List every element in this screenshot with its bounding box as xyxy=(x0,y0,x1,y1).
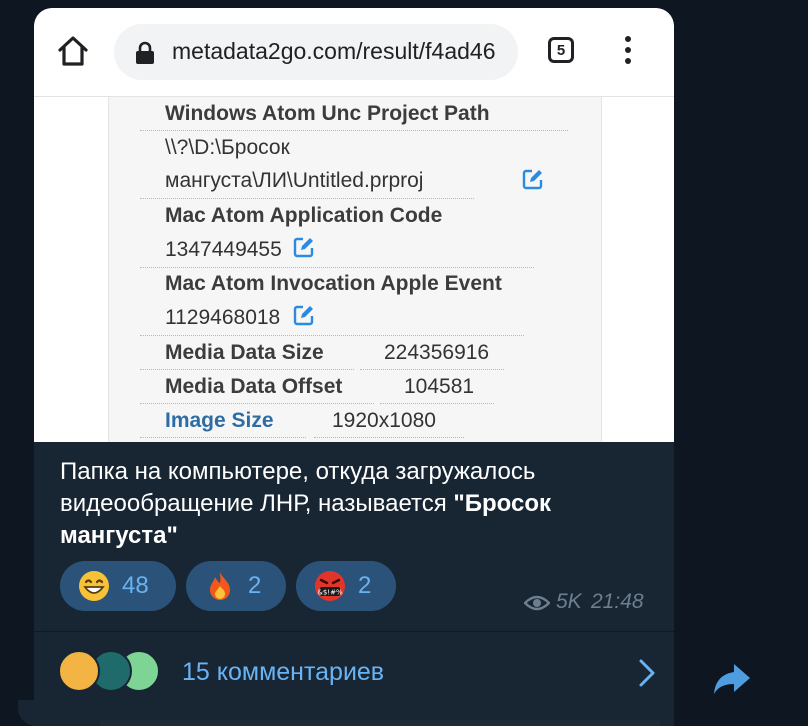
url-bar: metadata2go.com/result/f4ad46 xyxy=(114,24,518,80)
reaction-count: 2 xyxy=(248,572,262,599)
row-divider xyxy=(140,437,306,438)
meta-value-image-size: 1920x1080 xyxy=(332,409,436,432)
avatar xyxy=(58,650,100,692)
chevron-right-icon xyxy=(639,659,655,687)
meta-key-unc-path: Windows Atom Unc Project Path xyxy=(165,102,490,125)
home-icon xyxy=(58,36,88,66)
reaction-count: 2 xyxy=(358,572,372,599)
reaction-grinning[interactable]: 48 xyxy=(60,561,176,611)
browser-toolbar: metadata2go.com/result/f4ad46 5 xyxy=(34,8,674,97)
reaction-count: 48 xyxy=(122,572,149,599)
edit-icon xyxy=(293,237,314,258)
reaction-fire[interactable]: 2 xyxy=(186,561,286,611)
meta-key-apple-event: Mac Atom Invocation Apple Event xyxy=(165,272,502,295)
comments-link[interactable]: 15 комментариев xyxy=(182,658,384,687)
row-divider xyxy=(140,335,524,336)
row-divider xyxy=(140,130,568,131)
row-divider xyxy=(140,267,534,268)
eye-icon xyxy=(524,595,550,611)
meta-value-apple-event: 1129468018 xyxy=(165,306,281,329)
row-divider xyxy=(140,198,474,199)
meta-value-app-code: 1347449455 xyxy=(165,238,282,261)
row-divider xyxy=(140,403,374,404)
meta-value-unc-path-line1: \\?\D:\Бросок xyxy=(165,136,290,159)
comments-divider xyxy=(34,631,674,632)
edit-icon xyxy=(522,169,543,190)
meta-key-media-data-size: Media Data Size xyxy=(165,341,324,364)
message-caption: Папка на компьютере, откуда загружалось … xyxy=(60,456,650,552)
message-bubble: metadata2go.com/result/f4ad46 5 Windows … xyxy=(34,8,674,726)
row-divider xyxy=(360,369,504,370)
share-icon[interactable] xyxy=(712,662,752,696)
row-divider xyxy=(140,369,354,370)
reaction-cursing[interactable]: &$!#% 2 xyxy=(296,561,396,611)
grinning-face-icon xyxy=(79,571,109,601)
edit-icon xyxy=(293,305,314,326)
face-with-symbols-icon: &$!#% xyxy=(315,571,345,601)
meta-key-image-size-link[interactable]: Image Size xyxy=(165,409,274,433)
attached-screenshot[interactable]: metadata2go.com/result/f4ad46 5 Windows … xyxy=(34,8,674,442)
meta-value-media-data-offset: 104581 xyxy=(404,375,475,398)
meta-value-unc-path-line2: мангуста\ЛИ\Untitled.prproj xyxy=(165,169,424,192)
next-message-edge xyxy=(100,720,660,726)
fire-icon xyxy=(210,572,230,600)
message-time: 21:48 xyxy=(591,590,644,613)
view-count: 5K xyxy=(556,590,582,613)
lock-icon xyxy=(136,41,154,64)
row-divider xyxy=(314,437,464,438)
tabs-icon: 5 xyxy=(548,37,574,63)
meta-key-app-code: Mac Atom Application Code xyxy=(165,204,443,227)
meta-key-media-data-offset: Media Data Offset xyxy=(165,375,343,398)
row-divider xyxy=(380,403,494,404)
kebab-icon xyxy=(624,36,632,68)
svg-text:&$!#%: &$!#% xyxy=(317,589,343,597)
meta-value-media-data-size: 224356916 xyxy=(384,341,490,364)
url-text: metadata2go.com/result/f4ad46 xyxy=(172,38,496,64)
